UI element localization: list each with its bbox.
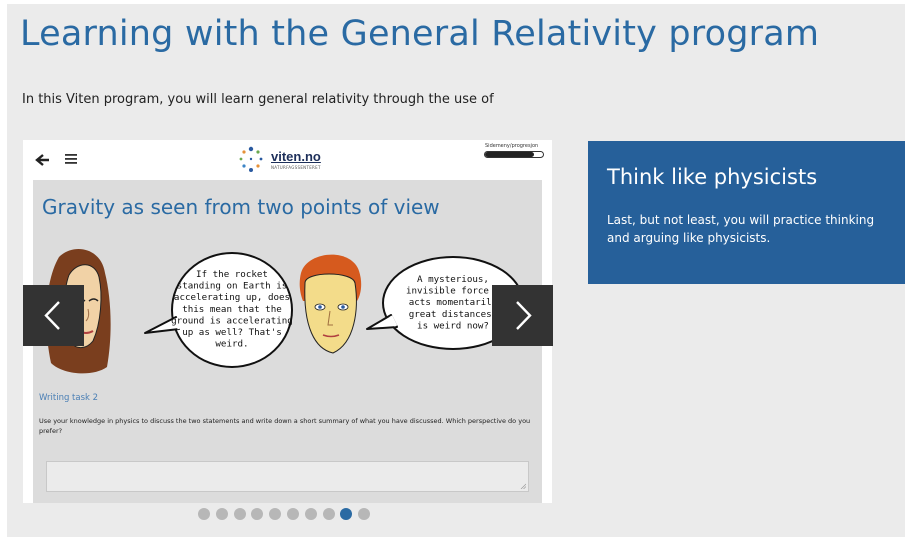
speech-bubble-line: accelerating up, does xyxy=(174,292,290,303)
viten-logo-subtext: NATURFAGSSENTERET xyxy=(271,165,321,170)
carousel-next-button[interactable] xyxy=(492,285,553,346)
viten-logo[interactable]: viten.no NATURFAGSSENTERET xyxy=(237,145,347,175)
hamburger-menu-icon[interactable] xyxy=(64,152,78,166)
carousel-dot[interactable] xyxy=(287,508,299,520)
info-card-title: Think like physicists xyxy=(607,165,818,189)
carousel-dot[interactable] xyxy=(233,508,246,520)
speech-bubble-right-text: A mysterious, invisible force t acts momen… xyxy=(406,274,500,331)
slide-content: Gravity as seen from two points of view … xyxy=(33,180,542,503)
speech-bubble-left: If the rocket standing on Earth is acceler… xyxy=(144,252,293,368)
speech-bubble-left-text: If the rocket standing on Earth is acceler… xyxy=(171,269,293,350)
app-bar: viten.no NATURFAGSSENTERET Sidemeny/prog… xyxy=(23,140,552,180)
speech-bubble-line: standing on Earth is xyxy=(177,281,288,292)
page-title: Learning with the General Relativity pro… xyxy=(20,14,820,54)
viten-logo-icon xyxy=(239,146,263,172)
speech-bubble-line: If the rocket xyxy=(196,269,268,280)
speech-bubble-line: up as well? That's xyxy=(182,327,282,338)
carousel-prev-button[interactable] xyxy=(23,285,84,346)
speech-bubble-line: A mysterious, xyxy=(417,274,489,285)
chevron-right-icon xyxy=(516,301,532,330)
progress-fill xyxy=(485,152,535,157)
task-heading: Writing task 2 xyxy=(39,393,99,403)
man-character xyxy=(299,254,362,354)
speech-bubble-line: acts momentarily xyxy=(409,297,498,308)
comic-illustration: If the rocket standing on Earth is acceler… xyxy=(46,249,524,374)
speech-bubble-line: weird. xyxy=(215,339,248,350)
speech-bubble-line: ground is accelerating xyxy=(171,315,293,326)
info-card: Think like physicists Last, but not leas… xyxy=(588,141,905,284)
task-instructions: Use your knowledge in physics to discuss… xyxy=(39,417,531,435)
progress-label: Sidemeny/progresjon xyxy=(485,143,539,149)
carousel-dot[interactable] xyxy=(304,508,317,520)
viten-logo-text: viten.no xyxy=(271,149,321,164)
carousel-dot[interactable] xyxy=(215,508,228,520)
speech-bubble-line: great distances? xyxy=(409,309,498,320)
chevron-left-icon xyxy=(44,301,60,330)
slide-heading: Gravity as seen from two points of view xyxy=(42,195,440,219)
resize-grip-icon[interactable] xyxy=(520,483,526,489)
answer-textarea[interactable] xyxy=(46,461,529,492)
back-arrow-icon[interactable] xyxy=(35,152,51,168)
intro-text: In this Viten program, you will learn ge… xyxy=(22,92,494,107)
info-card-body: Last, but not least, you will practice t… xyxy=(607,213,875,245)
speech-bubble-line: is weird now? xyxy=(417,320,489,331)
carousel-dot[interactable] xyxy=(322,508,335,520)
speech-bubble-line: this mean that the xyxy=(182,304,282,315)
speech-bubble-line: invisible force t xyxy=(406,286,500,297)
slide-screenshot: viten.no NATURFAGSSENTERET Sidemeny/prog… xyxy=(23,140,552,503)
carousel-dot[interactable] xyxy=(198,508,210,520)
progress-bar[interactable] xyxy=(484,151,544,158)
